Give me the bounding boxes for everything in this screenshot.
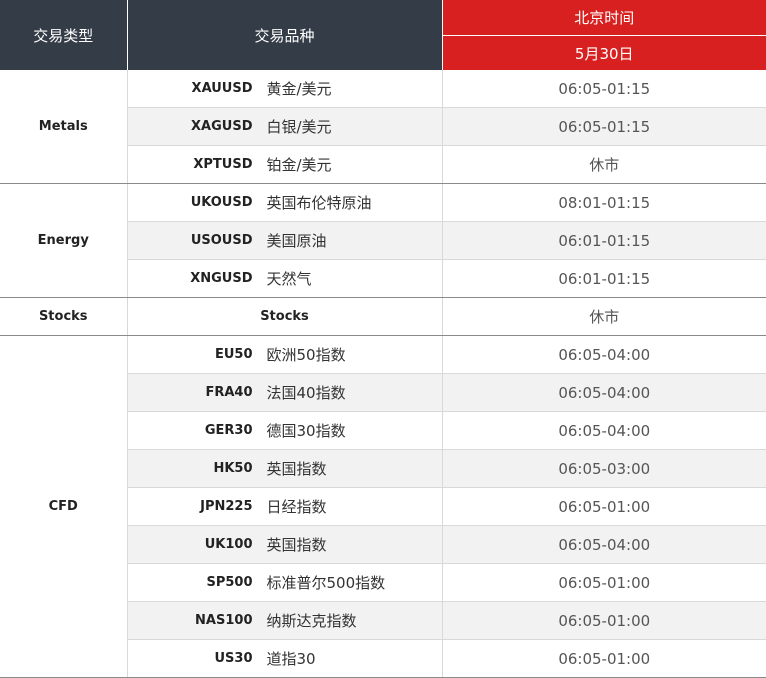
product-cell: GER30 德国30指数 (127, 411, 443, 450)
product-code: HK50 (213, 461, 253, 476)
table-body: Metals XAUUSD 黄金/美元 06:05-01:15 XAGUSD 白银/美元 0… (0, 70, 766, 678)
product-cell: XNGUSD 天然气 (127, 259, 443, 298)
category-cell: Energy (0, 183, 128, 298)
product-code: NAS100 (195, 613, 253, 628)
product-name: 欧洲50指数 (266, 346, 346, 364)
trading-time-cell: 06:05-01:00 (442, 601, 766, 640)
category-cell: Stocks (0, 297, 128, 336)
product-name: 日经指数 (266, 498, 327, 516)
product-name: 德国30指数 (266, 422, 346, 440)
product-name: 英国布伦特原油 (266, 194, 372, 212)
product-cell: NAS100 纳斯达克指数 (127, 601, 443, 640)
product-name: 美国原油 (266, 232, 327, 250)
trading-time-cell: 06:05-01:15 (442, 107, 766, 146)
trading-time-cell: 休市 (442, 145, 766, 184)
trading-time-cell: 06:05-03:00 (442, 449, 766, 488)
product-cell: JPN225 日经指数 (127, 487, 443, 526)
product-name: 铂金/美元 (266, 156, 332, 174)
product-name: 法国40指数 (266, 384, 346, 402)
trading-time-cell: 06:01-01:15 (442, 259, 766, 298)
product-cell: XAGUSD 白银/美元 (127, 107, 443, 146)
product-code: UK100 (204, 537, 253, 552)
product-code: UKOUSD (190, 195, 253, 210)
product-name: 白银/美元 (266, 118, 332, 136)
header-product: 交易品种 (127, 0, 443, 70)
product-code: JPN225 (200, 499, 253, 514)
trading-time-cell: 06:05-04:00 (442, 335, 766, 374)
trading-time-cell: 06:05-04:00 (442, 411, 766, 450)
product-code: XAUUSD (191, 81, 253, 96)
product-cell: UK100 英国指数 (127, 525, 443, 564)
product-code: SP500 (206, 575, 253, 590)
product-code: EU50 (214, 347, 253, 362)
product-name: 天然气 (266, 270, 312, 288)
product-code: US30 (214, 651, 253, 666)
product-cell: HK50 英国指数 (127, 449, 443, 488)
product-code: USOUSD (190, 233, 253, 248)
product-code: FRA40 (205, 385, 253, 400)
trading-time-cell: 06:05-01:00 (442, 487, 766, 526)
trading-hours-table: 交易类型 交易品种 北京时间 5月30日 Metals XAUUSD 黄金/美元 06… (0, 0, 766, 678)
product-code: XNGUSD (190, 271, 253, 286)
header-trade-type: 交易类型 (0, 0, 128, 70)
product-cell: FRA40 法国40指数 (127, 373, 443, 412)
product-cell: EU50 欧洲50指数 (127, 335, 443, 374)
product-name: 纳斯达克指数 (266, 612, 357, 630)
table-row: Metals XAUUSD 黄金/美元 06:05-01:15 (0, 70, 766, 184)
table-row: CFD EU50 欧洲50指数 06:05-04:00 (0, 335, 766, 678)
product-code: GER30 (204, 423, 253, 438)
header-beijing-time: 北京时间 (442, 0, 766, 36)
product-name: 标准普尔500指数 (266, 574, 386, 592)
product-cell: Stocks (127, 297, 443, 336)
trading-time-cell: 06:01-01:15 (442, 221, 766, 260)
product-code: XPTUSD (193, 157, 253, 172)
product-code: XAGUSD (191, 119, 253, 134)
product-name: 道指30 (266, 650, 316, 668)
trading-time-cell: 08:01-01:15 (442, 183, 766, 222)
category-cell: CFD (0, 335, 128, 678)
trading-time-cell: 06:05-04:00 (442, 525, 766, 564)
trading-time-cell: 06:05-01:00 (442, 563, 766, 602)
product-cell: SP500 标准普尔500指数 (127, 563, 443, 602)
product-name: 黄金/美元 (266, 80, 332, 98)
product-cell: US30 道指30 (127, 639, 443, 678)
product-cell: USOUSD 美国原油 (127, 221, 443, 260)
table-row: Stocks Stocks 休市 (0, 297, 766, 336)
trading-time-cell: 06:05-04:00 (442, 373, 766, 412)
table-row: Energy UKOUSD 英国布伦特原油 08:01-01:15 (0, 183, 766, 298)
product-name: 英国指数 (266, 460, 327, 478)
category-cell: Metals (0, 70, 128, 184)
product-name: 英国指数 (266, 536, 327, 554)
product-cell: XPTUSD 铂金/美元 (127, 145, 443, 184)
header-date: 5月30日 (442, 35, 766, 70)
trading-time-cell: 06:05-01:00 (442, 639, 766, 678)
product-cell: UKOUSD 英国布伦特原油 (127, 183, 443, 222)
trading-time-cell: 休市 (442, 297, 766, 336)
trading-time-cell: 06:05-01:15 (442, 70, 766, 108)
product-cell: XAUUSD 黄金/美元 (127, 70, 443, 108)
